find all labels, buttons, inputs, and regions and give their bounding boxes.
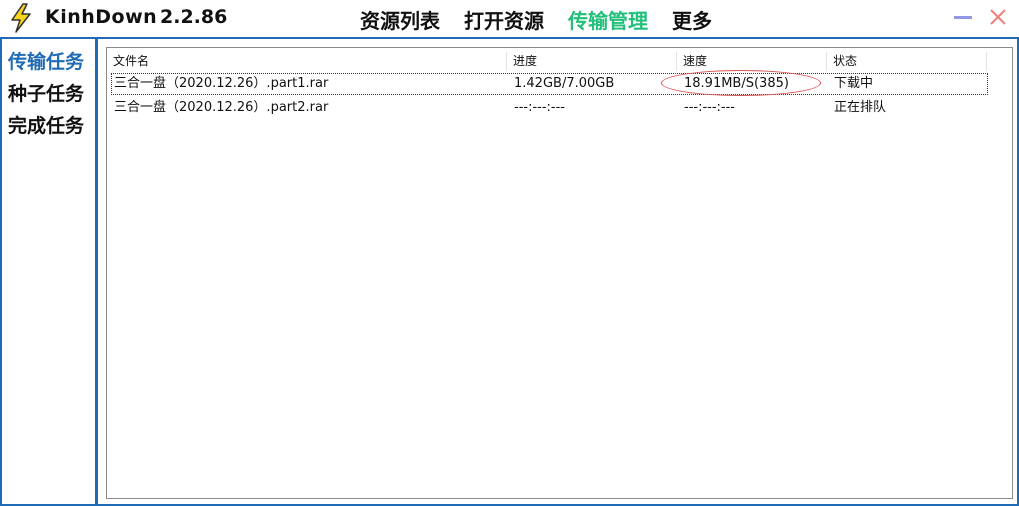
column-header-status[interactable]: 状态 <box>827 52 987 71</box>
lightning-bolt-icon <box>8 3 34 33</box>
app-version: 2.2.86 <box>160 6 228 28</box>
frame-left-border <box>0 39 2 506</box>
sidebar-item-torrent-tasks[interactable]: 种子任务 <box>8 79 84 106</box>
frame-top-border <box>0 37 1019 39</box>
nav-transfer-management[interactable]: 传输管理 <box>568 5 648 34</box>
sidebar-item-completed-tasks[interactable]: 完成任务 <box>8 111 84 138</box>
task-list[interactable]: 文件名 进度 速度 状态 三合一盘（2020.12.26）.part1.rar … <box>106 47 1013 499</box>
sidebar-item-transfer-tasks[interactable]: 传输任务 <box>8 47 84 74</box>
row-status: 正在排队 <box>834 100 887 115</box>
row-speed: 18.91MB/S(385) <box>684 76 789 91</box>
app-name: KinhDown <box>45 6 158 28</box>
nav-open-resource[interactable]: 打开资源 <box>464 5 544 34</box>
nav-more[interactable]: 更多 <box>672 5 712 34</box>
column-header-speed[interactable]: 速度 <box>677 52 827 71</box>
column-header-filename[interactable]: 文件名 <box>107 52 507 71</box>
sidebar-divider <box>95 39 98 506</box>
table-row[interactable]: 三合一盘（2020.12.26）.part1.rar 1.42GB/7.00GB… <box>111 70 988 96</box>
table-row[interactable]: 三合一盘（2020.12.26）.part2.rar ---:---:--- -… <box>111 97 988 119</box>
row-filename: 三合一盘（2020.12.26）.part1.rar <box>114 76 329 91</box>
row-filename: 三合一盘（2020.12.26）.part2.rar <box>114 100 329 115</box>
row-status: 下载中 <box>834 76 874 91</box>
column-header-progress[interactable]: 进度 <box>507 52 677 71</box>
title-bar: KinhDown 2.2.86 资源列表 打开资源 传输管理 更多 <box>0 0 1019 37</box>
row-progress: 1.42GB/7.00GB <box>514 76 615 91</box>
close-icon[interactable] <box>987 6 1009 28</box>
nav-resource-list[interactable]: 资源列表 <box>360 5 440 34</box>
row-speed: ---:---:--- <box>684 100 735 115</box>
row-progress: ---:---:--- <box>514 100 565 115</box>
minimize-icon[interactable] <box>952 6 974 28</box>
